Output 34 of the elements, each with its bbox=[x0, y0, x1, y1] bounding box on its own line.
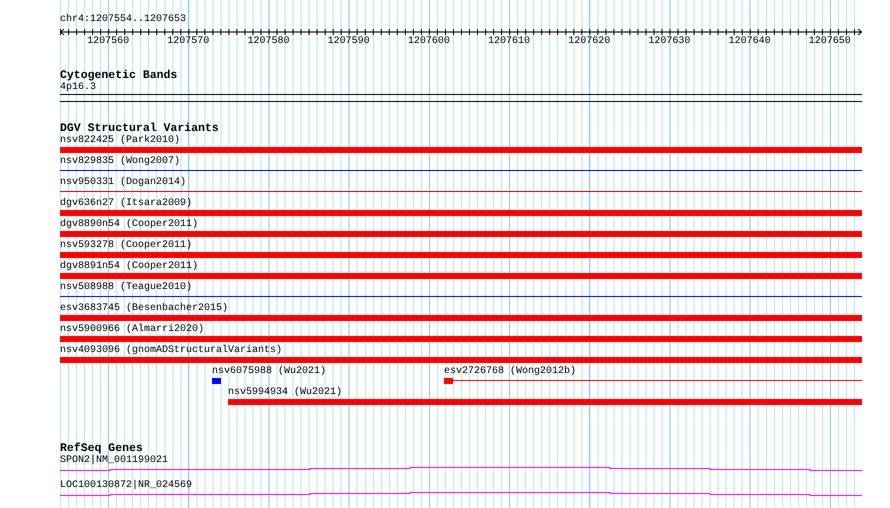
variant-label[interactable]: dgv8891n54 (Cooper2011) bbox=[60, 261, 198, 272]
gene-model-drawing[interactable] bbox=[60, 467, 862, 471]
variant-label[interactable]: dgv636n27 (Itsara2009) bbox=[60, 198, 192, 209]
variant-label[interactable]: nsv4093096 (gnomADStructuralVariants) bbox=[60, 345, 282, 356]
tick-label: 1207650 bbox=[808, 36, 851, 47]
variant-label[interactable]: nsv822425 (Park2010) bbox=[60, 135, 180, 146]
track-title: RefSeq Genes bbox=[60, 443, 143, 455]
variant-bar[interactable] bbox=[444, 378, 862, 384]
variant-label[interactable]: dgv8890n54 (Cooper2011) bbox=[60, 219, 198, 230]
variant-label[interactable]: nsv593278 (Cooper2011) bbox=[60, 240, 192, 251]
tick-label: 1207610 bbox=[488, 36, 530, 47]
location-label: chr4:1207554..1207653 bbox=[60, 14, 186, 25]
track-title: Cytogenetic Bands bbox=[60, 70, 178, 82]
variant-label[interactable]: nsv950331 (Dogan2014) bbox=[60, 177, 186, 188]
tick-label: 1207630 bbox=[648, 36, 690, 47]
tick-label: 1207590 bbox=[328, 36, 370, 47]
tick-label: 1207620 bbox=[568, 36, 610, 47]
track-title: DGV Structural Variants bbox=[60, 123, 219, 135]
band-label: 4p16.3 bbox=[60, 82, 96, 93]
variant-label[interactable]: nsv6075988 (Wu2021) bbox=[212, 366, 326, 377]
tick-label: 1207640 bbox=[728, 36, 771, 47]
tick-label: 1207570 bbox=[167, 36, 210, 47]
variant-label[interactable]: nsv829835 (Wong2007) bbox=[60, 156, 180, 167]
variant-label[interactable]: nsv5900966 (Almarri2020) bbox=[60, 324, 204, 335]
gene-label[interactable]: SPON2|NM_001199021 bbox=[60, 455, 168, 466]
variant-label[interactable]: esv2726768 (Wong2012b) bbox=[444, 366, 576, 377]
variant-label[interactable]: nsv5994934 (Wu2021) bbox=[228, 387, 342, 398]
gene-label[interactable]: LOC100130872|NR_024569 bbox=[60, 480, 192, 491]
tick-label: 1207600 bbox=[408, 36, 450, 47]
variant-label[interactable]: esv3683745 (Besenbacher2015) bbox=[60, 303, 228, 314]
tick-label: 1207580 bbox=[247, 36, 290, 47]
tick-label: 1207560 bbox=[87, 36, 130, 47]
variant-label[interactable]: nsv508988 (Teague2010) bbox=[60, 282, 192, 293]
gene-model-drawing[interactable] bbox=[60, 492, 862, 496]
